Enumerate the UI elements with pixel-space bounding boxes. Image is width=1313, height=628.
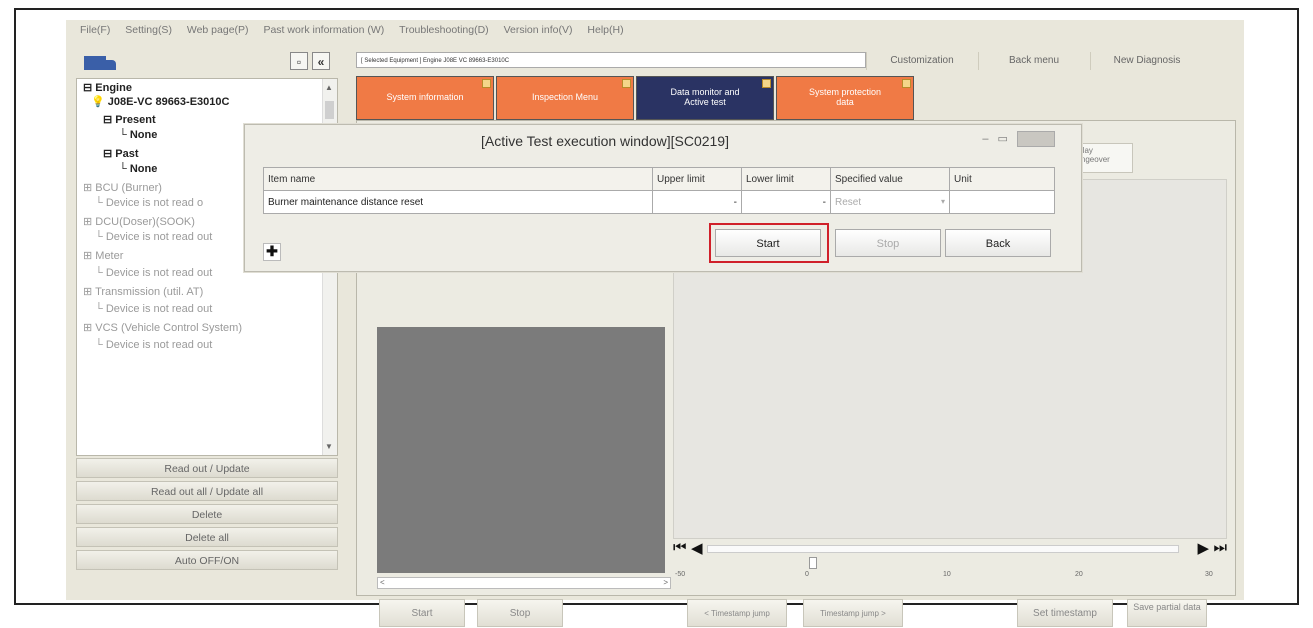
timestamp-jump-back-button[interactable]: < Timestamp jump [687, 599, 787, 627]
tree-vcs-status: └ Device is not read out [95, 339, 213, 351]
timestamp-jump-forward-button[interactable]: Timestamp jump > [803, 599, 903, 627]
monitor-hscrollbar[interactable]: < > [377, 577, 671, 589]
menu-file[interactable]: File(F) [80, 24, 110, 36]
active-test-table: Item name Upper limit Lower limit Specif… [263, 167, 1055, 214]
menu-web-page[interactable]: Web page(P) [187, 24, 249, 36]
step-forward-icon[interactable]: ▶ [1197, 539, 1209, 557]
tick-label: 10 [943, 571, 951, 578]
tree-present-none: └ None [119, 129, 158, 141]
delete-button[interactable]: Delete [76, 504, 338, 524]
expand-icon[interactable]: ▫ [290, 52, 308, 70]
tab-system-information[interactable]: System information [356, 76, 494, 120]
item-name-cell: Burner maintenance distance reset [263, 190, 653, 214]
tree-engine[interactable]: ⊟ Engine [83, 81, 132, 94]
add-item-icon[interactable]: ✚ [263, 243, 281, 261]
tree-transmission[interactable]: ⊞ Transmission (util. AT) [83, 285, 203, 298]
minimize-icon[interactable]: – [982, 133, 988, 145]
column-header: Lower limit [741, 167, 831, 191]
lower-limit-cell: - [741, 190, 831, 214]
tree-present[interactable]: ⊟ Present [103, 113, 156, 126]
window-controls: – ▭ [982, 131, 1055, 147]
scroll-right-icon[interactable]: > [663, 578, 668, 587]
dialog-title: [Active Test execution window][SC0219] [481, 133, 729, 149]
step-back-icon[interactable]: ◀ [691, 539, 703, 557]
customization-button[interactable]: Customization [866, 52, 977, 70]
monitor-start-button[interactable]: Start [379, 599, 465, 627]
tree-bcu[interactable]: ⊞ BCU (Burner) [83, 181, 162, 194]
tree-vcs[interactable]: ⊞ VCS (Vehicle Control System) [83, 321, 242, 334]
tree-dcu-status: └ Device is not read out [95, 231, 213, 243]
close-icon[interactable] [1017, 131, 1055, 147]
tab-system-protection-data[interactable]: System protection data [776, 76, 914, 120]
chevron-down-icon: ▾ [940, 196, 945, 206]
skip-first-icon[interactable]: ⏮ [673, 539, 687, 556]
menu-setting[interactable]: Setting(S) [125, 24, 172, 36]
monitor-stop-button[interactable]: Stop [477, 599, 563, 627]
menu-help[interactable]: Help(H) [587, 24, 623, 36]
collapse-panel-icon[interactable]: « [312, 52, 330, 70]
column-header: Specified value [830, 167, 950, 191]
upper-limit-cell: - [652, 190, 742, 214]
column-header: Item name [263, 167, 653, 191]
active-test-stop-button[interactable]: Stop [835, 229, 941, 257]
tree-ecu[interactable]: 💡 J08E-VC 89663-E3010C [91, 95, 229, 108]
application-window: File(F) Setting(S) Web page(P) Past work… [66, 20, 1244, 627]
tick-label: 20 [1075, 571, 1083, 578]
auto-off-on-button[interactable]: Auto OFF/ON [76, 550, 338, 570]
tab-data-monitor-active-test[interactable]: Data monitor and Active test [636, 76, 774, 120]
tree-past-none: └ None [119, 163, 158, 175]
playback-bar: ⏮ ◀ ▶ ⏭ [673, 539, 1227, 557]
start-button-highlight [709, 223, 829, 263]
back-menu-button[interactable]: Back menu [978, 52, 1089, 70]
tab-inspection-menu[interactable]: Inspection Menu [496, 76, 634, 120]
table-row[interactable]: Burner maintenance distance reset - - Re… [263, 190, 1055, 214]
read-out-all-update-all-button[interactable]: Read out all / Update all [76, 481, 338, 501]
scroll-down-icon[interactable]: ▼ [325, 442, 333, 451]
column-header: Upper limit [652, 167, 742, 191]
active-test-dialog: [Active Test execution window][SC0219] –… [244, 124, 1082, 272]
bulb-icon: 💡 [91, 96, 105, 108]
column-header: Unit [949, 167, 1055, 191]
time-slider-handle[interactable] [809, 557, 817, 569]
tick-label: 0 [805, 571, 809, 578]
active-test-back-button[interactable]: Back [945, 229, 1051, 257]
tree-past[interactable]: ⊟ Past [103, 147, 139, 160]
unit-cell [949, 190, 1055, 214]
monitor-list [377, 327, 665, 573]
maximize-icon[interactable]: ▭ [998, 133, 1008, 145]
left-button-stack: Read out / Update Read out all / Update … [76, 458, 338, 573]
save-partial-data-button[interactable]: Save partial data [1127, 599, 1207, 627]
tree-bcu-status: └ Device is not read o [95, 197, 204, 209]
read-out-update-button[interactable]: Read out / Update [76, 458, 338, 478]
menu-troubleshooting[interactable]: Troubleshooting(D) [399, 24, 489, 36]
menu-bar: File(F) Setting(S) Web page(P) Past work… [66, 24, 624, 42]
tick-label: -50 [675, 571, 686, 578]
delete-all-button[interactable]: Delete all [76, 527, 338, 547]
tree-meter-status: └ Device is not read out [95, 267, 213, 279]
scroll-thumb[interactable] [325, 101, 334, 119]
truck-logo-icon [84, 56, 120, 70]
scroll-up-icon[interactable]: ▲ [325, 83, 333, 92]
tree-meter[interactable]: ⊞ Meter [83, 249, 123, 262]
new-diagnosis-button[interactable]: New Diagnosis [1090, 52, 1203, 70]
tree-transmission-status: └ Device is not read out [95, 303, 213, 315]
menu-past-work[interactable]: Past work information (W) [263, 24, 384, 36]
tick-label: 30 [1205, 571, 1213, 578]
time-axis: -50 0 10 20 30 [675, 557, 1225, 581]
scroll-left-icon[interactable]: < [380, 578, 385, 587]
menu-version[interactable]: Version info(V) [504, 24, 573, 36]
skip-last-icon[interactable]: ⏭ [1213, 539, 1227, 556]
playback-track[interactable] [707, 545, 1179, 553]
specified-value-select[interactable]: Reset ▾ [830, 190, 950, 214]
set-timestamp-button[interactable]: Set timestamp [1017, 599, 1113, 627]
table-header-row: Item name Upper limit Lower limit Specif… [263, 167, 1055, 191]
selected-equipment-field: [ Selected Equipment ] Engine J08E VC 89… [356, 52, 866, 68]
tree-dcu[interactable]: ⊞ DCU(Doser)(SOOK) [83, 215, 195, 228]
